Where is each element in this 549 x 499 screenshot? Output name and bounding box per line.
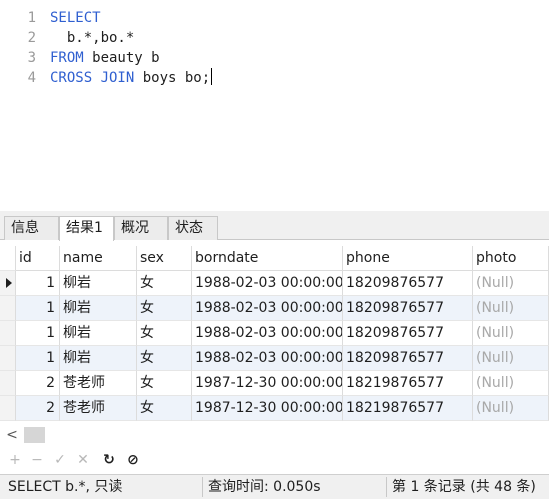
code-text[interactable]: FROM beauty b bbox=[50, 48, 160, 68]
status-divider bbox=[386, 477, 387, 497]
sql-editor[interactable]: 1 SELECT 2 b.*,bo.* 3 FROM beauty b 4 CROSS JO… bbox=[0, 0, 549, 211]
cell-borndate[interactable]: 1988-02-03 00:00:00 bbox=[192, 271, 343, 296]
code-line[interactable]: 3 FROM beauty b bbox=[0, 48, 549, 68]
column-header-id[interactable]: id bbox=[16, 246, 60, 271]
cell-sex[interactable]: 女 bbox=[137, 371, 192, 396]
status-sql: SELECT b.*, 只读 bbox=[8, 479, 123, 495]
cell-name[interactable]: 柳岩 bbox=[60, 321, 137, 346]
line-number: 2 bbox=[27, 30, 36, 46]
cell-sex[interactable]: 女 bbox=[137, 396, 192, 421]
sql-keyword: CROSS JOIN bbox=[50, 70, 135, 86]
table-header: id name sex borndate phone photo bbox=[0, 246, 549, 271]
cell-id[interactable]: 2 bbox=[16, 371, 60, 396]
code-text[interactable]: SELECT bbox=[50, 8, 101, 28]
status-query-time: 查询时间: 0.050s bbox=[208, 479, 321, 495]
cell-id[interactable]: 1 bbox=[16, 321, 60, 346]
row-indicator[interactable] bbox=[0, 346, 16, 371]
row-indicator[interactable] bbox=[0, 296, 16, 321]
cell-sex[interactable]: 女 bbox=[137, 346, 192, 371]
line-number: 4 bbox=[27, 70, 36, 86]
cell-name[interactable]: 苍老师 bbox=[60, 396, 137, 421]
add-record-button[interactable]: + bbox=[6, 451, 24, 469]
code-text[interactable]: b.*,bo.* bbox=[50, 28, 134, 48]
cell-name[interactable]: 苍老师 bbox=[60, 371, 137, 396]
discard-changes-button[interactable]: ✕ bbox=[74, 451, 92, 469]
cell-photo[interactable]: (Null) bbox=[473, 296, 549, 321]
cell-borndate[interactable]: 1988-02-03 00:00:00 bbox=[192, 296, 343, 321]
edit-toolbar: + − ✓ ✕ ↻ ⊘ bbox=[0, 449, 549, 471]
cell-phone[interactable]: 18219876577 bbox=[343, 396, 473, 421]
apply-changes-button[interactable]: ✓ bbox=[51, 451, 69, 469]
scrollbar-thumb[interactable] bbox=[24, 427, 45, 443]
row-indicator[interactable] bbox=[0, 271, 16, 296]
sql-keyword: SELECT bbox=[50, 10, 101, 26]
column-header-borndate[interactable]: borndate bbox=[192, 246, 343, 271]
sql-text: boys bo; bbox=[134, 70, 211, 86]
table-row[interactable]: 1 柳岩女 1988-02-03 00:00:00 18209876577 (Null) bbox=[0, 346, 549, 371]
line-number: 1 bbox=[27, 10, 36, 26]
cell-name[interactable]: 柳岩 bbox=[60, 296, 137, 321]
sql-text: b.*,bo.* bbox=[50, 30, 135, 46]
code-text[interactable]: CROSS JOIN boys bo; bbox=[50, 68, 213, 88]
cell-sex[interactable]: 女 bbox=[137, 321, 192, 346]
result-grid[interactable]: id name sex borndate phone photo 1 柳岩女 1988-02-0… bbox=[0, 246, 549, 421]
tab-3[interactable]: 概况 bbox=[114, 216, 168, 240]
cell-borndate[interactable]: 1988-02-03 00:00:00 bbox=[192, 321, 343, 346]
column-header-sex[interactable]: sex bbox=[137, 246, 192, 271]
cell-phone[interactable]: 18209876577 bbox=[343, 296, 473, 321]
sql-keyword: FROM bbox=[50, 50, 84, 66]
cell-sex[interactable]: 女 bbox=[137, 296, 192, 321]
row-indicator[interactable] bbox=[0, 321, 16, 346]
cell-photo[interactable]: (Null) bbox=[473, 346, 549, 371]
cell-name[interactable]: 柳岩 bbox=[60, 346, 137, 371]
horizontal-scrollbar[interactable]: < bbox=[0, 425, 549, 445]
cell-name[interactable]: 柳岩 bbox=[60, 271, 137, 296]
column-header-name[interactable]: name bbox=[60, 246, 137, 271]
line-number: 3 bbox=[27, 50, 36, 66]
cell-phone[interactable]: 18219876577 bbox=[343, 371, 473, 396]
cell-id[interactable]: 1 bbox=[16, 296, 60, 321]
cell-photo[interactable]: (Null) bbox=[473, 371, 549, 396]
table-row[interactable]: 1 柳岩女 1988-02-03 00:00:00 18209876577 (Null) bbox=[0, 271, 549, 296]
tab-2[interactable]: 结果1 bbox=[59, 216, 114, 241]
code-line[interactable]: 2 b.*,bo.* bbox=[0, 28, 549, 48]
row-indicator[interactable] bbox=[0, 396, 16, 421]
text-caret bbox=[211, 68, 213, 85]
status-bar: SELECT b.*, 只读 查询时间: 0.050s 第 1 条记录 (共 4… bbox=[0, 474, 549, 499]
result-tabbar: 信息 结果1 概况 状态 bbox=[0, 211, 549, 241]
table-row[interactable]: 2 苍老师女 1987-12-30 00:00:00 18219876577 (Null… bbox=[0, 371, 549, 396]
sql-text: beauty b bbox=[83, 50, 160, 66]
cell-photo[interactable]: (Null) bbox=[473, 271, 549, 296]
cell-borndate[interactable]: 1987-12-30 00:00:00 bbox=[192, 371, 343, 396]
delete-record-button[interactable]: − bbox=[28, 451, 46, 469]
cell-id[interactable]: 2 bbox=[16, 396, 60, 421]
tab-1[interactable]: 信息 bbox=[4, 216, 59, 240]
row-indicator[interactable] bbox=[0, 371, 16, 396]
cell-id[interactable]: 1 bbox=[16, 271, 60, 296]
status-divider bbox=[202, 477, 203, 497]
cell-sex[interactable]: 女 bbox=[137, 271, 192, 296]
table-row[interactable]: 1 柳岩女 1988-02-03 00:00:00 18209876577 (Null) bbox=[0, 296, 549, 321]
cell-borndate[interactable]: 1987-12-30 00:00:00 bbox=[192, 396, 343, 421]
cell-id[interactable]: 1 bbox=[16, 346, 60, 371]
scroll-left-icon[interactable]: < bbox=[4, 427, 20, 443]
tab-4[interactable]: 状态 bbox=[168, 216, 218, 240]
cell-photo[interactable]: (Null) bbox=[473, 321, 549, 346]
cell-phone[interactable]: 18209876577 bbox=[343, 321, 473, 346]
cell-borndate[interactable]: 1988-02-03 00:00:00 bbox=[192, 346, 343, 371]
code-line[interactable]: 1 SELECT bbox=[0, 8, 549, 28]
cell-photo[interactable]: (Null) bbox=[473, 396, 549, 421]
refresh-button[interactable]: ↻ bbox=[100, 451, 118, 469]
cell-phone[interactable]: 18209876577 bbox=[343, 346, 473, 371]
status-record-count: 第 1 条记录 (共 48 条) bbox=[392, 479, 536, 495]
cell-phone[interactable]: 18209876577 bbox=[343, 271, 473, 296]
column-header-photo[interactable]: photo bbox=[473, 246, 549, 271]
table-row[interactable]: 1 柳岩女 1988-02-03 00:00:00 18209876577 (Null) bbox=[0, 321, 549, 346]
current-row-arrow-icon bbox=[6, 278, 12, 288]
code-line[interactable]: 4 CROSS JOIN boys bo; bbox=[0, 68, 549, 88]
column-header-phone[interactable]: phone bbox=[343, 246, 473, 271]
header-corner bbox=[0, 246, 16, 271]
table-row[interactable]: 2 苍老师女 1987-12-30 00:00:00 18219876577 (Null… bbox=[0, 396, 549, 421]
stop-button[interactable]: ⊘ bbox=[124, 451, 142, 469]
